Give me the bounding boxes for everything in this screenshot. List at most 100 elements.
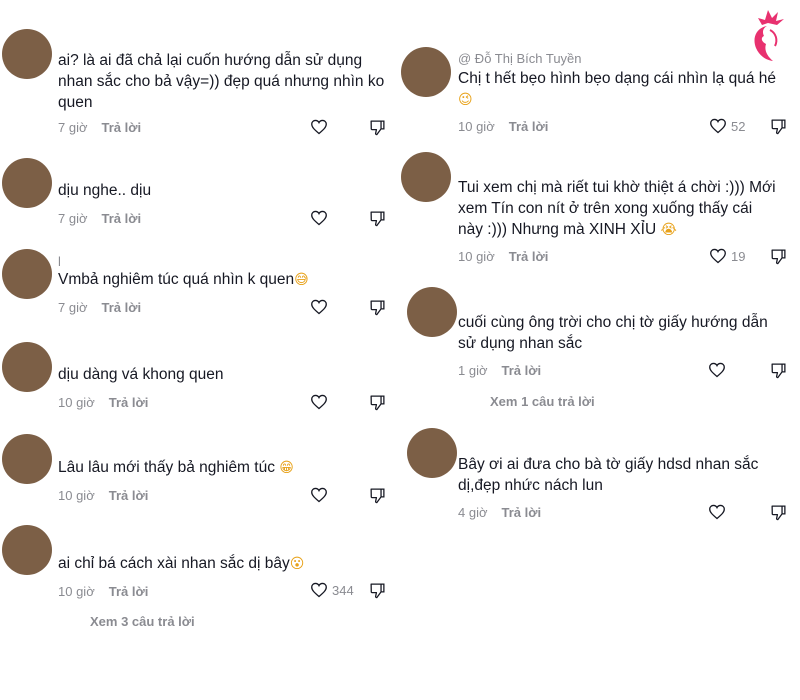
dislike-button[interactable]	[770, 118, 787, 135]
avatar[interactable]	[407, 428, 457, 478]
comment-meta: 10 giờ Trả lời	[458, 119, 548, 134]
like-button[interactable]	[310, 299, 328, 315]
like-button[interactable]	[708, 362, 726, 378]
comment-meta: 7 giờ Trả lời	[58, 120, 141, 135]
like-button[interactable]	[310, 210, 328, 226]
heart-outline-icon	[311, 119, 327, 135]
comment-text: Chị t hết bẹo hình bẹo dạng cái nhìn lạ …	[458, 68, 778, 111]
comment-username[interactable]: l	[58, 254, 61, 269]
dislike-button[interactable]	[369, 487, 386, 504]
grin-emoji-icon: 😁	[279, 460, 294, 476]
comment-time: 10 giờ	[458, 119, 495, 134]
dislike-button[interactable]	[369, 210, 386, 227]
like-button[interactable]: 344	[310, 582, 354, 598]
thumbs-down-icon	[771, 119, 786, 135]
like-button[interactable]	[310, 487, 328, 503]
like-count: 19	[731, 248, 746, 264]
comment-time: 7 giờ	[58, 300, 88, 315]
comment-meta: 10 giờ Trả lời	[458, 249, 548, 264]
comment-text-body: ai chỉ bá cách xài nhan sắc dị bây	[58, 555, 290, 572]
like-button[interactable]	[708, 504, 726, 520]
avatar[interactable]	[401, 152, 451, 202]
comment-time: 4 giờ	[458, 505, 488, 520]
view-replies-button[interactable]: Xem 1 câu trả lời	[490, 394, 595, 409]
comment-meta: 10 giờ Trả lời	[58, 488, 148, 503]
reply-button[interactable]: Trả lời	[109, 584, 149, 599]
crying-emoji-icon: 😭	[660, 222, 677, 238]
comment-text: Tui xem chị mà riết tui khờ thiệt á chời…	[458, 177, 778, 241]
like-button[interactable]	[310, 119, 328, 135]
heart-outline-icon	[311, 299, 327, 315]
dislike-button[interactable]	[369, 299, 386, 316]
avatar[interactable]	[407, 287, 457, 337]
reply-button[interactable]: Trả lời	[502, 363, 542, 378]
reply-button[interactable]: Trả lời	[502, 505, 542, 520]
sweat-smile-emoji-icon: 😅	[294, 272, 309, 288]
comment-time: 10 giờ	[58, 395, 95, 410]
comment-text: cuối cùng ông trời cho chị tờ giấy hướng…	[458, 314, 768, 352]
comment-time: 1 giờ	[458, 363, 488, 378]
heart-outline-icon	[311, 582, 327, 598]
comment-time: 10 giờ	[58, 488, 95, 503]
comment-meta: 10 giờ Trả lời	[58, 395, 148, 410]
reply-button[interactable]: Trả lời	[109, 395, 149, 410]
woman-profile-flower-logo	[754, 10, 784, 61]
thumbs-down-icon	[370, 120, 385, 136]
surprised-emoji-icon: 😮	[289, 556, 305, 572]
avatar[interactable]	[2, 249, 52, 299]
heart-outline-icon	[311, 210, 327, 226]
heart-outline-icon	[311, 487, 327, 503]
comment-meta: 4 giờ Trả lời	[458, 505, 541, 520]
dislike-button[interactable]	[770, 504, 787, 521]
thumbs-down-icon	[771, 249, 786, 265]
comment-time: 7 giờ	[58, 120, 88, 135]
thumbs-down-icon	[771, 363, 786, 379]
avatar[interactable]	[2, 158, 52, 208]
dislike-button[interactable]	[770, 248, 787, 265]
avatar[interactable]	[2, 525, 52, 575]
thumbs-down-icon	[370, 395, 385, 411]
comment-text: Lâu lâu mới thấy bả nghiêm túc 😁	[58, 457, 393, 479]
comment-time: 7 giờ	[58, 211, 88, 226]
comment-username[interactable]: @ Đỗ Thị Bích Tuyền	[458, 51, 582, 66]
comment-text: dịu dàng vá khong quen	[58, 366, 224, 383]
comment-text: Vmbả nghiêm túc quá nhìn k quen😅	[58, 269, 393, 291]
reply-button[interactable]: Trả lời	[509, 249, 549, 264]
comment-text: ai chỉ bá cách xài nhan sắc dị bây😮	[58, 553, 393, 575]
dislike-button[interactable]	[770, 362, 787, 379]
like-button[interactable]: 52	[709, 118, 745, 134]
dislike-button[interactable]	[369, 119, 386, 136]
comment-meta: 7 giờ Trả lời	[58, 300, 141, 315]
heart-outline-icon	[709, 362, 725, 378]
heart-outline-icon	[710, 118, 726, 134]
like-count: 344	[332, 582, 354, 598]
comment-meta: 7 giờ Trả lời	[58, 211, 141, 226]
comment-text-body: Vmbả nghiêm túc quá nhìn k quen	[58, 271, 295, 288]
avatar[interactable]	[2, 434, 52, 484]
dislike-button[interactable]	[369, 582, 386, 599]
reply-button[interactable]: Trả lời	[102, 211, 142, 226]
comment-time: 10 giờ	[58, 584, 95, 599]
comment-text: dịu nghe.. dịu	[58, 182, 152, 199]
like-count: 52	[731, 118, 746, 134]
reply-button[interactable]: Trả lời	[102, 120, 142, 135]
comment-text-body: Chị t hết bẹo hình bẹo dạng cái nhìn lạ …	[458, 70, 776, 87]
heart-outline-icon	[709, 504, 725, 520]
avatar[interactable]	[2, 29, 52, 79]
like-button[interactable]	[310, 394, 328, 410]
avatar[interactable]	[2, 342, 52, 392]
thumbs-down-icon	[771, 505, 786, 521]
thumbs-down-icon	[370, 583, 385, 599]
view-replies-button[interactable]: Xem 3 câu trả lời	[90, 614, 195, 629]
comment-meta: 1 giờ Trả lời	[458, 363, 541, 378]
reply-button[interactable]: Trả lời	[102, 300, 142, 315]
avatar[interactable]	[401, 47, 451, 97]
reply-button[interactable]: Trả lời	[109, 488, 149, 503]
like-button[interactable]: 19	[709, 248, 745, 264]
relieved-emoji-icon: 😉	[458, 92, 473, 108]
comment-text-body: Tui xem chị mà riết tui khờ thiệt á chời…	[458, 179, 776, 238]
dislike-button[interactable]	[369, 394, 386, 411]
reply-button[interactable]: Trả lời	[509, 119, 549, 134]
heart-outline-icon	[311, 394, 327, 410]
thumbs-down-icon	[370, 211, 385, 227]
